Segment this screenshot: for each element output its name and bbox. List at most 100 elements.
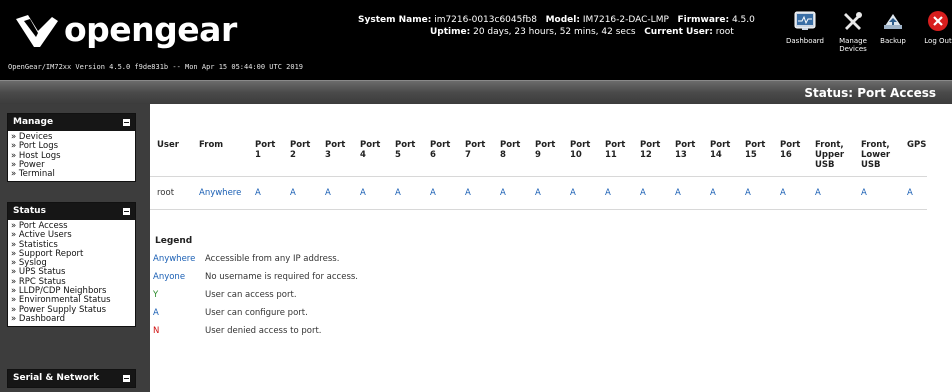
port-access-cell: A — [605, 176, 640, 210]
logout-button[interactable]: Log Out — [918, 10, 952, 45]
column-header-port-15: Port 15 — [745, 126, 780, 177]
column-header-port-word: Port — [640, 140, 661, 150]
column-header-port-word: Port — [430, 140, 451, 150]
column-header-port-11: Port 11 — [605, 126, 640, 177]
collapse-icon[interactable] — [123, 119, 130, 126]
column-header-gps: GPS — [907, 140, 927, 150]
port-access-cell: A — [780, 176, 815, 210]
legend-key: Anyone — [153, 272, 186, 282]
port-access-cell: A — [465, 176, 500, 210]
logout-button-label: Log Out — [924, 37, 952, 45]
legend-description: No username is required for access. — [205, 272, 358, 282]
column-header-port-number: 12 — [640, 150, 652, 160]
column-header-from: From — [199, 140, 224, 150]
row-from-link[interactable]: Anywhere — [199, 176, 255, 210]
port-access-cell: A — [360, 176, 395, 210]
legend-description: Accessible from any IP address. — [205, 254, 340, 264]
column-header-port-14: Port 14 — [710, 126, 745, 177]
port-access-cell: A — [675, 176, 710, 210]
column-header-port-number: 13 — [675, 150, 687, 160]
column-header-front-upper-usb: Front, Upper USB — [815, 126, 861, 177]
port-access-cell: A — [570, 176, 605, 210]
port-access-cell: A — [745, 176, 780, 210]
column-header-port-word: Port — [360, 140, 381, 150]
table-header-row: User From Port 1 Port 2 Port 3 Port 4 Port 5 Port 6… — [150, 126, 927, 177]
port-access-cell: A — [290, 176, 325, 210]
collapse-icon[interactable] — [123, 375, 130, 382]
backup-button-label: Backup — [880, 37, 906, 45]
column-header-port-word: Port — [325, 140, 346, 150]
column-header-port-number: 6 — [430, 150, 436, 160]
column-header-port-10: Port 10 — [570, 126, 605, 177]
opengear-logo-icon — [16, 15, 58, 47]
column-header-port-number: 5 — [395, 150, 401, 160]
port-access-cell: A — [500, 176, 535, 210]
column-header-port-number: 16 — [780, 150, 792, 160]
current-user-label: Current User: — [644, 27, 713, 37]
column-header-user: User — [157, 140, 179, 150]
dashboard-button[interactable]: Dashboard — [780, 10, 830, 45]
page-title-bar: Status: Port Access — [0, 80, 952, 104]
legend-description: User denied access to port. — [205, 326, 322, 336]
backup-icon — [884, 14, 902, 29]
row-user: root — [150, 176, 199, 210]
column-header-port-number: 4 — [360, 150, 366, 160]
main-content: User From Port 1 Port 2 Port 3 Port 4 Port 5 Port 6… — [150, 104, 952, 392]
page-title: Status: Port Access — [804, 86, 936, 100]
column-header-port-1: Port 1 — [255, 126, 290, 177]
column-header-port-8: Port 8 — [500, 126, 535, 177]
dashboard-button-label: Dashboard — [786, 37, 824, 45]
version-line: OpenGear/IM72xx Version 4.5.0 f9de831b -… — [8, 63, 304, 71]
sidebar-panel-header-manage[interactable]: Manage — [8, 114, 135, 131]
gps-access-cell: A — [907, 176, 927, 210]
legend-description: User can configure port. — [205, 308, 308, 318]
legend-key: A — [153, 308, 159, 318]
column-header-port-word: Port — [780, 140, 801, 150]
column-header-text: Upper — [815, 150, 845, 160]
sidebar-item-dashboard[interactable]: » Dashboard — [11, 314, 135, 324]
column-header-port-word: Port — [465, 140, 486, 150]
column-header-port-word: Port — [710, 140, 731, 150]
column-header-text: USB — [861, 160, 881, 170]
column-header-text: Front, — [815, 140, 844, 150]
backup-button[interactable]: Backup — [875, 10, 911, 45]
system-info-line-2: Uptime: 20 days, 23 hours, 52 mins, 42 s… — [430, 26, 734, 38]
brand-logo-text: opengear — [64, 10, 237, 49]
column-header-port-5: Port 5 — [395, 126, 430, 177]
uptime-label: Uptime: — [430, 27, 471, 37]
manage-devices-button[interactable]: Manage Devices — [836, 10, 870, 53]
column-header-port-number: 11 — [605, 150, 617, 160]
column-header-port-word: Port — [570, 140, 591, 150]
collapse-icon[interactable] — [123, 208, 130, 215]
column-header-port-4: Port 4 — [360, 126, 395, 177]
legend-key: Anywhere — [153, 254, 196, 264]
column-header-port-number: 9 — [535, 150, 541, 160]
logout-icon — [928, 11, 948, 31]
model-value: IM7216-2-DAC-LMP — [582, 15, 669, 25]
column-header-text: Front, — [861, 140, 890, 150]
sidebar-item-terminal[interactable]: » Terminal — [11, 169, 135, 179]
column-header-port-3: Port 3 — [325, 126, 360, 177]
port-access-cell: A — [395, 176, 430, 210]
sidebar-panel-title: Status — [13, 206, 46, 216]
top-header: opengear OpenGear/IM72xx Version 4.5.0 f… — [0, 0, 952, 80]
system-name-label: System Name: — [358, 15, 432, 25]
sidebar-panel-header-serial-network[interactable]: Serial & Network — [8, 370, 135, 387]
legend-description: User can access port. — [205, 290, 297, 300]
uptime-value: 20 days, 23 hours, 52 mins, 42 secs — [473, 27, 636, 37]
column-header-port-2: Port 2 — [290, 126, 325, 177]
column-header-port-word: Port — [745, 140, 766, 150]
legend-key: N — [153, 326, 160, 336]
column-header-port-number: 2 — [290, 150, 296, 160]
column-header-port-number: 8 — [500, 150, 506, 160]
sidebar-panel-status: Status » Port Access » Active Users » St… — [7, 202, 136, 328]
column-header-port-12: Port 12 — [640, 126, 675, 177]
column-header-port-number: 7 — [465, 150, 471, 160]
sidebar-panel-header-status[interactable]: Status — [8, 203, 135, 220]
current-user-value: root — [715, 27, 734, 37]
column-header-port-word: Port — [290, 140, 311, 150]
table-row: root Anywhere AAAAAAAAAAAAAAAAAAA — [150, 176, 927, 210]
port-access-cell: A — [710, 176, 745, 210]
column-header-port-13: Port 13 — [675, 126, 710, 177]
column-header-port-16: Port 16 — [780, 126, 815, 177]
